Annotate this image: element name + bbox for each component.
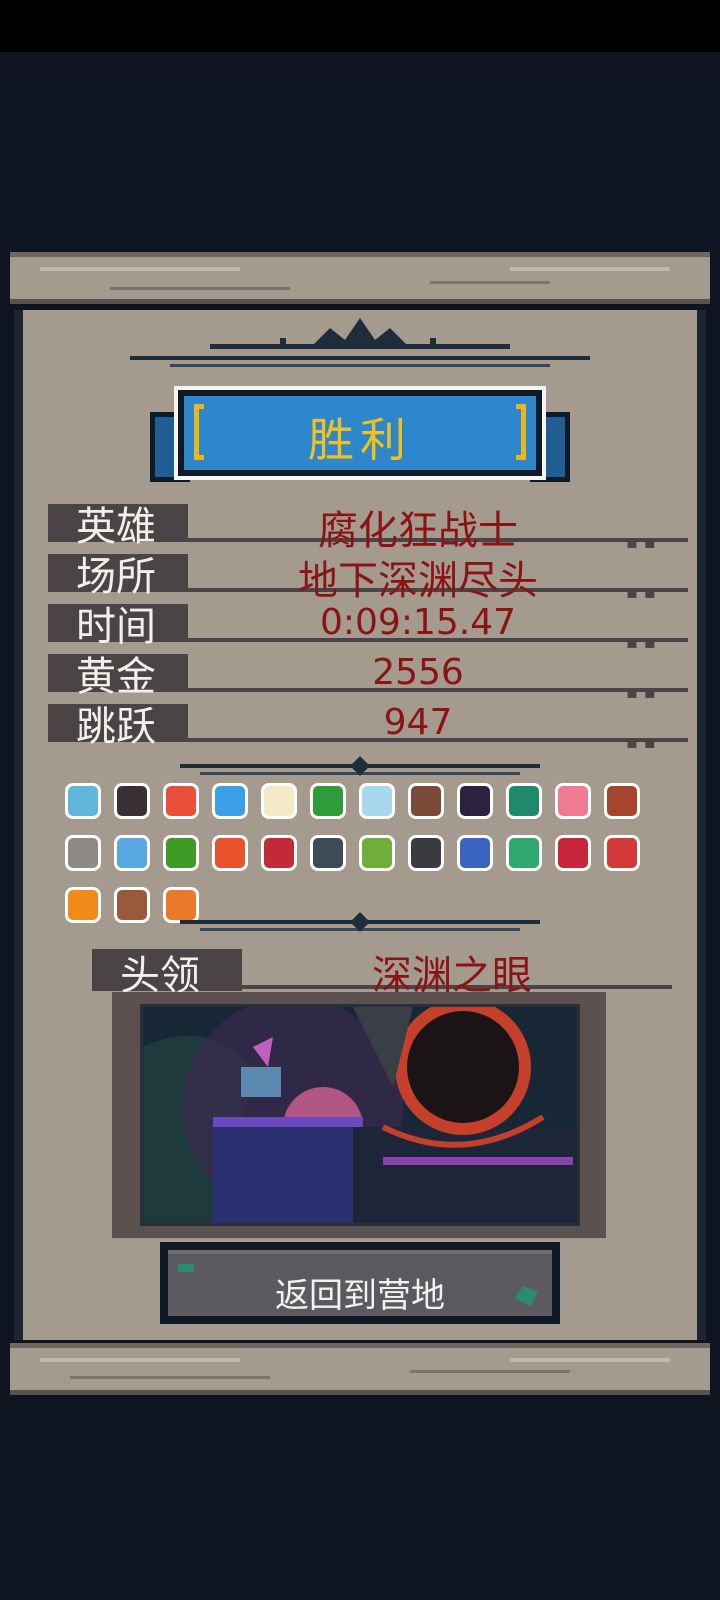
dagger-icon[interactable] xyxy=(60,830,106,876)
status-bar xyxy=(0,0,720,52)
ghost-icon[interactable] xyxy=(354,778,400,824)
crown-ornament xyxy=(130,318,590,367)
boss-portrait xyxy=(140,1004,580,1226)
cloud-boot-icon[interactable] xyxy=(109,830,155,876)
victory-title: 胜利 xyxy=(308,413,412,467)
stone-icon[interactable] xyxy=(403,830,449,876)
stat-value: 0:09:15.47 xyxy=(319,602,517,643)
blue-heart-icon[interactable] xyxy=(207,778,253,824)
green-orb-icon[interactable] xyxy=(501,778,547,824)
stat-row-hero: ▪ ▪ 英雄 腐化狂战士 xyxy=(48,494,688,554)
meat-icon[interactable] xyxy=(109,882,155,928)
return-to-camp-label: 返回到营地 xyxy=(275,1276,445,1316)
crystal-cross-icon[interactable] xyxy=(60,778,106,824)
pink-gem-icon[interactable] xyxy=(550,778,596,824)
potion-sack-icon[interactable] xyxy=(403,778,449,824)
scroll-rod-top xyxy=(10,252,710,304)
anvil-icon[interactable] xyxy=(305,830,351,876)
fire-orb-icon[interactable] xyxy=(60,882,106,928)
holy-cross-icon[interactable] xyxy=(158,778,204,824)
fried-egg-icon[interactable] xyxy=(256,778,302,824)
stat-row-time: ▪ ▪ 时间 0:09:15.47 xyxy=(48,594,688,653)
slime-icon[interactable] xyxy=(158,830,204,876)
red-potion-icon[interactable] xyxy=(599,830,645,876)
stat-label: 跳跃 xyxy=(76,704,156,750)
clover-gem-icon[interactable] xyxy=(501,830,547,876)
boss-row: 头领 深渊之眼 xyxy=(92,945,672,999)
flame-sword-icon[interactable] xyxy=(452,830,498,876)
heart-anvil-icon[interactable] xyxy=(256,830,302,876)
dark-sword-icon[interactable] xyxy=(109,778,155,824)
broken-heart-icon[interactable] xyxy=(550,830,596,876)
scroll-rod-bottom xyxy=(10,1343,710,1395)
stat-row-jumps: ▪ ▪ 跳跃 947 xyxy=(48,694,688,753)
stat-value: 2556 xyxy=(372,652,464,693)
stat-row-gold: ▪ ▪ 黄金 2556 xyxy=(48,644,688,703)
stat-row-location: ▪ ▪ 场所 地下深渊尽头 xyxy=(48,544,688,604)
victory-banner: 胜利 xyxy=(150,386,570,490)
stat-value: 947 xyxy=(383,702,453,743)
four-leaf-clover-icon[interactable] xyxy=(305,778,351,824)
return-to-camp-button[interactable]: 返回到营地 xyxy=(160,1242,560,1324)
treasure-basket-icon[interactable] xyxy=(599,778,645,824)
shadow-orb-icon[interactable] xyxy=(452,778,498,824)
sun-tile-icon[interactable] xyxy=(207,830,253,876)
leaf-icon[interactable] xyxy=(354,830,400,876)
